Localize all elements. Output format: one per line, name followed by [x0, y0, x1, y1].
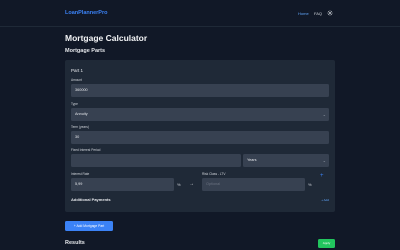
- interest-rate-label: Interest Rate: [71, 172, 90, 176]
- term-input[interactable]: 30: [71, 131, 329, 144]
- amount-input[interactable]: 360000: [71, 84, 329, 97]
- additional-payments-title: Additional Payments: [71, 197, 111, 202]
- interest-percent-suffix: %: [177, 182, 181, 187]
- interest-rate-input[interactable]: 5,99: [71, 178, 174, 191]
- results-apply-button[interactable]: Apply: [318, 239, 335, 248]
- amount-label: Amount: [71, 78, 82, 82]
- nav-faq-link[interactable]: FAQ: [314, 11, 322, 16]
- fixed-period-label: Fixed Interest Period: [71, 148, 101, 152]
- plus-icon[interactable]: +: [320, 173, 324, 179]
- fixed-period-unit-select[interactable]: Years ⌄: [243, 154, 329, 167]
- add-additional-payment-link[interactable]: + Add: [321, 198, 329, 202]
- type-select-value: Annuity: [75, 112, 88, 116]
- results-title: Results: [65, 240, 85, 246]
- risk-class-input[interactable]: Optional: [202, 178, 305, 191]
- chevron-down-icon: ⌄: [322, 112, 326, 117]
- top-nav: LoanPlannerPro Home FAQ: [0, 0, 400, 27]
- nav-home-link[interactable]: Home: [298, 11, 309, 16]
- risk-class-label: Risk Class - LTV: [202, 172, 226, 176]
- section-title: Mortgage Parts: [65, 48, 106, 54]
- fixed-period-input[interactable]: [71, 154, 241, 167]
- part-title: Part 1: [71, 68, 84, 73]
- page-title: Mortgage Calculator: [65, 33, 148, 43]
- type-select[interactable]: Annuity ⌄: [71, 108, 329, 121]
- chevron-down-icon: ⌄: [322, 158, 326, 163]
- risk-percent-suffix: %: [308, 182, 312, 187]
- brand-logo[interactable]: LoanPlannerPro: [65, 10, 107, 16]
- fixed-period-unit-value: Years: [247, 158, 257, 162]
- gear-icon[interactable]: [327, 9, 333, 16]
- type-label: Type: [71, 102, 78, 106]
- add-mortgage-part-button[interactable]: + Add Mortgage Part: [65, 221, 113, 231]
- arrow-right-icon: →: [189, 180, 194, 187]
- mortgage-part-card: Part 1 Amount 360000 Type Annuity ⌄ Term…: [65, 60, 335, 212]
- term-label: Term (years): [71, 125, 89, 129]
